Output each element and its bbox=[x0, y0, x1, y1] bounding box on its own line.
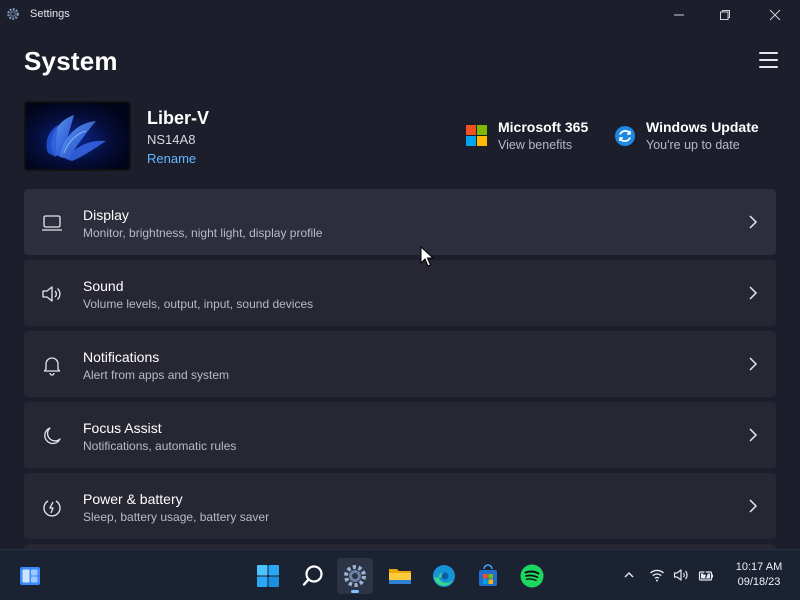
hamburger-line bbox=[758, 59, 778, 61]
search-icon bbox=[302, 565, 323, 586]
page-title: System bbox=[24, 46, 118, 76]
bloom-wallpaper-image bbox=[26, 103, 129, 169]
close-icon bbox=[769, 9, 781, 21]
show-hidden-icons-button[interactable] bbox=[618, 564, 640, 586]
setting-focus-assist[interactable]: Focus Assist Notifications, automatic ru… bbox=[24, 402, 776, 468]
volume-icon bbox=[673, 569, 688, 581]
clock[interactable]: 10:17 AM 09/18/23 bbox=[728, 560, 790, 590]
windows-update-icon bbox=[615, 126, 635, 146]
setting-title: Focus Assist bbox=[83, 420, 162, 436]
file-explorer-button[interactable] bbox=[382, 558, 418, 594]
display-icon bbox=[42, 215, 62, 231]
setting-title: Display bbox=[83, 207, 129, 223]
wifi-icon bbox=[650, 569, 664, 582]
chevron-right-icon bbox=[749, 499, 758, 513]
setting-power-battery[interactable]: Power & battery Sleep, battery usage, ba… bbox=[24, 473, 776, 539]
windows-update-title: Windows Update bbox=[646, 119, 759, 135]
setting-display[interactable]: Display Monitor, brightness, night light… bbox=[24, 189, 776, 255]
microsoft-365-subtitle: View benefits bbox=[498, 138, 573, 152]
window-title: Settings bbox=[30, 8, 70, 20]
device-model: NS14A8 bbox=[147, 132, 196, 147]
edge-button[interactable] bbox=[426, 558, 462, 594]
start-icon bbox=[257, 565, 279, 587]
battery-icon bbox=[698, 568, 713, 581]
setting-notifications[interactable]: Notifications Alert from apps and system bbox=[24, 331, 776, 397]
widgets-button[interactable] bbox=[12, 558, 48, 594]
setting-sound[interactable]: Sound Volume levels, output, input, soun… bbox=[24, 260, 776, 326]
minimize-button[interactable] bbox=[656, 0, 702, 30]
battery-button[interactable] bbox=[695, 564, 717, 586]
microsoft-logo-icon bbox=[466, 125, 487, 146]
volume-button[interactable] bbox=[670, 564, 692, 586]
device-name: Liber-V bbox=[147, 108, 210, 128]
store-icon bbox=[479, 564, 497, 586]
setting-description: Alert from apps and system bbox=[83, 368, 230, 382]
chevron-up-icon bbox=[624, 572, 634, 578]
setting-description: Monitor, brightness, night light, displa… bbox=[83, 226, 323, 240]
hamburger-line bbox=[758, 52, 778, 54]
chevron-right-icon bbox=[749, 286, 758, 300]
bell-icon bbox=[43, 357, 61, 376]
speaker-icon bbox=[42, 286, 61, 302]
restore-icon bbox=[720, 10, 730, 20]
title-bar: Settings bbox=[0, 0, 800, 30]
microsoft-365-link[interactable]: Microsoft 365 View benefits bbox=[466, 119, 588, 152]
clock-date: 09/18/23 bbox=[737, 576, 781, 588]
chevron-right-icon bbox=[749, 428, 758, 442]
spotify-button[interactable] bbox=[514, 558, 550, 594]
setting-title: Notifications bbox=[83, 349, 160, 365]
spotify-icon bbox=[520, 564, 544, 588]
chevron-right-icon bbox=[749, 357, 758, 371]
menu-button[interactable] bbox=[754, 48, 782, 72]
minimize-icon bbox=[674, 14, 684, 16]
setting-description: Volume levels, output, input, sound devi… bbox=[83, 297, 314, 311]
setting-title: Power & battery bbox=[83, 491, 183, 507]
settings-window: Settings System Liber-V NS14A8 Rename Mi… bbox=[0, 0, 800, 549]
setting-description: Sleep, battery usage, battery saver bbox=[83, 510, 270, 524]
settings-taskbar-button[interactable] bbox=[337, 558, 373, 594]
settings-gear-icon bbox=[7, 8, 19, 20]
rename-link[interactable]: Rename bbox=[147, 151, 196, 166]
start-button[interactable] bbox=[250, 558, 286, 594]
clock-time: 10:17 AM bbox=[735, 561, 783, 573]
maximize-button[interactable] bbox=[702, 0, 748, 30]
moon-icon bbox=[44, 427, 61, 445]
active-app-indicator bbox=[351, 590, 359, 593]
store-button[interactable] bbox=[470, 558, 506, 594]
widgets-icon bbox=[20, 567, 40, 585]
file-explorer-icon bbox=[389, 569, 411, 584]
device-wallpaper-thumbnail bbox=[24, 101, 131, 171]
taskbar: 10:17 AM 09/18/23 bbox=[0, 549, 800, 600]
setting-description: Notifications, automatic rules bbox=[83, 439, 237, 453]
search-button[interactable] bbox=[295, 558, 331, 594]
hamburger-line bbox=[758, 66, 778, 68]
close-button[interactable] bbox=[752, 0, 798, 30]
network-button[interactable] bbox=[646, 564, 668, 586]
power-icon bbox=[43, 500, 61, 517]
windows-update-link[interactable]: Windows Update You're up to date bbox=[614, 119, 759, 152]
chevron-right-icon bbox=[749, 215, 758, 229]
mouse-cursor-icon bbox=[420, 246, 434, 267]
setting-title: Sound bbox=[83, 278, 124, 294]
microsoft-365-title: Microsoft 365 bbox=[498, 119, 589, 135]
settings-icon bbox=[344, 565, 366, 587]
edge-icon bbox=[433, 565, 455, 587]
windows-update-status: You're up to date bbox=[646, 138, 740, 152]
